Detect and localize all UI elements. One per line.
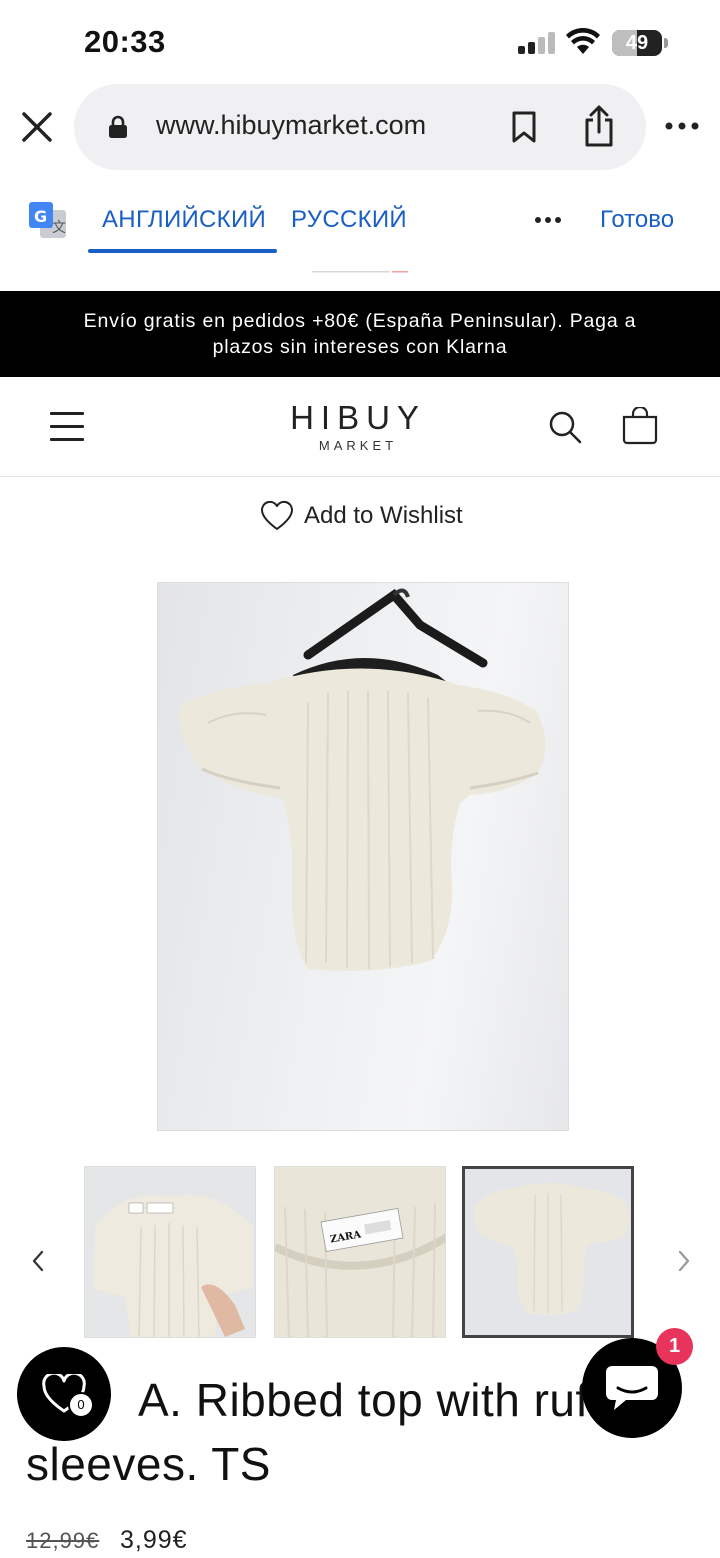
thumbnail-label-photo: ZARA — [275, 1167, 445, 1337]
logo-main[interactable]: HIBUY — [0, 399, 716, 437]
announcement-line-1: Envío gratis en pedidos +80€ (España Pen… — [83, 310, 637, 332]
announcement-bar: Envío gratis en pedidos +80€ (España Pen… — [0, 291, 720, 377]
product-title-line-2: sleeves. TS — [26, 1438, 271, 1490]
top-back-photo — [178, 588, 546, 971]
done-button[interactable]: Готово — [600, 206, 674, 234]
chevron-right-icon[interactable] — [672, 1246, 696, 1276]
lock-icon — [109, 115, 127, 138]
product-thumbnail[interactable]: ZARA — [274, 1166, 446, 1338]
wifi-icon — [566, 28, 600, 54]
svg-text:文: 文 — [52, 220, 66, 236]
more-icon[interactable] — [664, 116, 700, 136]
chat-notification-badge: 1 — [656, 1328, 693, 1365]
chat-icon — [606, 1366, 658, 1410]
thumbnail-front-photo — [85, 1167, 255, 1337]
product-thumbnail-selected[interactable] — [462, 1166, 634, 1338]
heart-icon — [260, 500, 294, 530]
cellular-signal-icon — [518, 32, 556, 54]
search-icon[interactable] — [547, 409, 583, 445]
thumbnail-back-photo — [465, 1169, 631, 1335]
url-bar[interactable]: www.hibuymarket.com — [74, 84, 646, 170]
status-bar: 20:33 49 — [0, 0, 720, 84]
logo-sub: MARKET — [318, 438, 398, 453]
share-icon[interactable] — [582, 104, 616, 148]
translate-bar: 文 G АНГЛИЙСКИЙ РУССКИЙ Готово — [0, 186, 720, 270]
battery-cap — [664, 38, 668, 48]
svg-text:G: G — [34, 207, 47, 226]
google-translate-icon: 文 G — [29, 202, 66, 238]
wishlist-label: Add to Wishlist — [304, 502, 463, 529]
cart-icon[interactable] — [622, 407, 658, 445]
close-icon[interactable] — [16, 106, 58, 148]
wishlist-floating-button[interactable] — [17, 1347, 111, 1441]
site-header: HIBUY MARKET — [0, 377, 720, 477]
status-time: 20:33 — [84, 24, 166, 59]
tab-english[interactable]: АНГЛИЙСКИЙ — [102, 206, 266, 234]
active-tab-indicator — [88, 249, 277, 253]
original-price: 12,99€ — [26, 1528, 100, 1553]
url-text: www.hibuymarket.com — [156, 110, 427, 140]
wishlist-count-badge: 0 — [68, 1392, 94, 1418]
battery-icon: 49 — [612, 30, 662, 56]
announcement-line-2: plazos sin intereses con Klarna — [212, 336, 508, 358]
more-horizontal-icon[interactable] — [534, 216, 562, 224]
chevron-left-icon[interactable] — [26, 1246, 50, 1276]
hidden-text-line — [312, 271, 408, 273]
sale-price: 3,99€ — [120, 1526, 188, 1554]
bookmark-icon[interactable] — [510, 110, 538, 144]
battery-percent: 49 — [625, 32, 649, 54]
product-thumbnail[interactable] — [84, 1166, 256, 1338]
product-main-image[interactable] — [157, 582, 569, 1131]
tab-russian[interactable]: РУССКИЙ — [291, 206, 407, 234]
